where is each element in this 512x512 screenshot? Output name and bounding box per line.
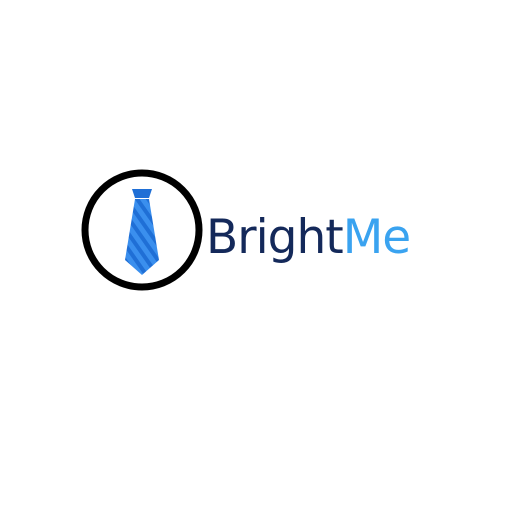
logo-canvas: BrightMe — [0, 0, 512, 512]
brand-emblem — [81, 169, 203, 291]
wordmark-secondary: Me — [342, 210, 411, 265]
wordmark-primary: Bright — [206, 210, 344, 265]
brand-wordmark: BrightMe — [206, 208, 411, 268]
